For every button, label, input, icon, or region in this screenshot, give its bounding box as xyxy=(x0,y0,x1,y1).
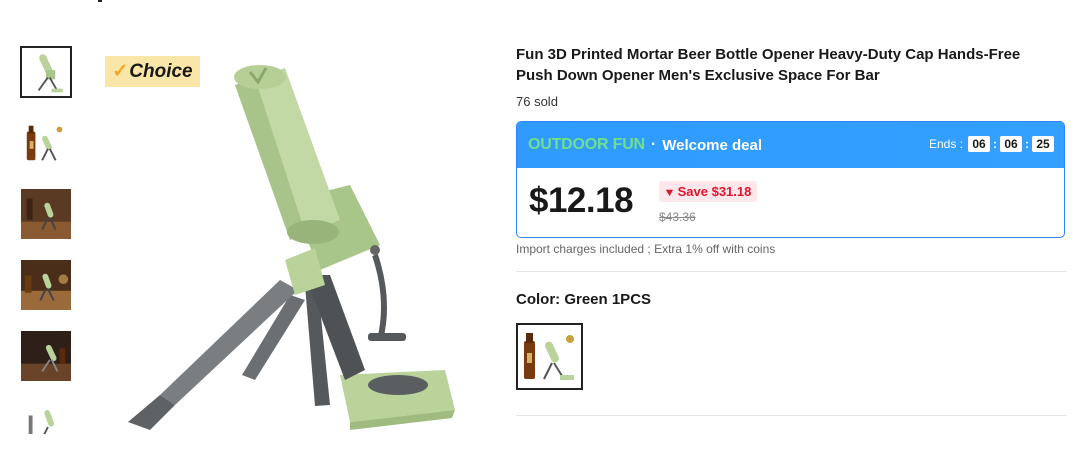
main-product-image[interactable] xyxy=(100,50,490,460)
countdown-timer: Ends : 06 : 06 : 25 xyxy=(929,136,1054,152)
current-price: $12.18 xyxy=(529,181,634,220)
divider xyxy=(516,271,1067,272)
timer-separator: : xyxy=(993,137,997,151)
choice-label: Choice xyxy=(129,60,193,82)
choice-badge: ✓ Choice xyxy=(105,56,200,87)
arrow-down-icon xyxy=(665,184,678,199)
save-amount: Save $31.18 xyxy=(677,184,752,199)
thumbnail-6[interactable] xyxy=(20,401,72,435)
sold-count: 76 sold xyxy=(516,94,558,109)
timer-separator: : xyxy=(1025,137,1029,151)
divider xyxy=(516,415,1067,416)
thumbnail-2[interactable] xyxy=(20,117,72,169)
thumbnail-1[interactable] xyxy=(20,46,72,98)
save-badge: Save $31.18 xyxy=(659,181,758,202)
original-price: $43.36 xyxy=(659,210,696,224)
thumbnail-list xyxy=(20,46,78,435)
thumbnail-5[interactable] xyxy=(20,330,72,382)
check-icon: ✓ xyxy=(112,61,129,82)
timer-seconds: 25 xyxy=(1032,136,1054,152)
ends-label: Ends : xyxy=(928,137,963,151)
color-option-green-1pcs[interactable] xyxy=(516,323,583,390)
deal-price-area: $12.18 Save $31.18 $43.36 xyxy=(517,168,1064,237)
deal-brand: OUTDOOR FUN xyxy=(528,136,645,153)
product-title: Fun 3D Printed Mortar Beer Bottle Opener… xyxy=(516,46,1021,84)
product-info: Fun 3D Printed Mortar Beer Bottle Opener… xyxy=(516,44,1067,416)
top-edge-fragment xyxy=(98,0,102,2)
deal-label: Welcome deal xyxy=(662,136,762,154)
timer-hours: 06 xyxy=(968,136,990,152)
import-note: Import charges included ; Extra 1% off w… xyxy=(516,242,776,256)
color-label: Color: Green 1PCS xyxy=(516,291,652,308)
thumbnail-4[interactable] xyxy=(20,259,72,311)
timer-minutes: 06 xyxy=(1000,136,1022,152)
deal-box: OUTDOOR FUN · Welcome deal Ends : 06 : 0… xyxy=(516,121,1065,238)
deal-banner: OUTDOOR FUN · Welcome deal Ends : 06 : 0… xyxy=(517,122,1064,168)
deal-separator-dot: · xyxy=(650,136,657,153)
thumbnail-3[interactable] xyxy=(20,188,72,240)
